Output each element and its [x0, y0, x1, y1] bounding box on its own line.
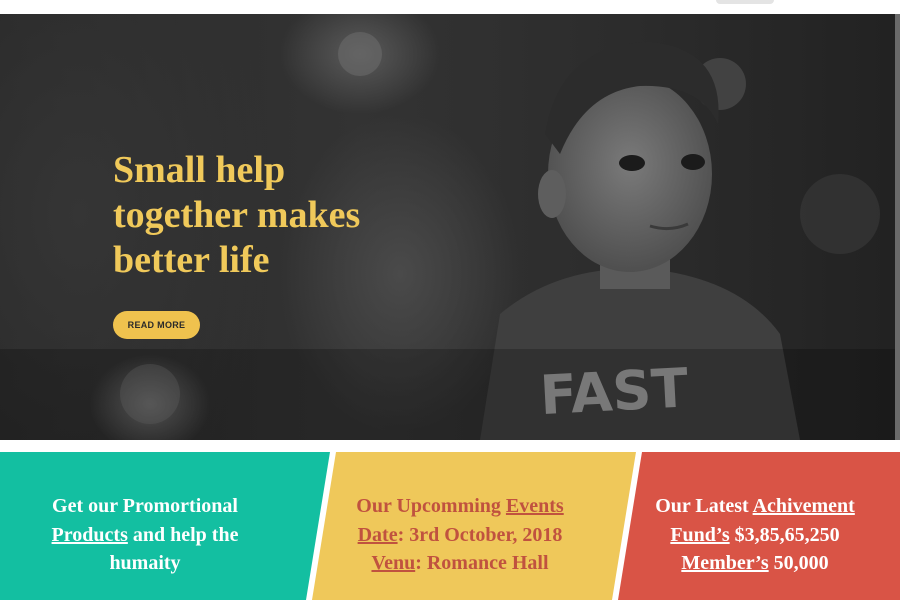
events-line3: : Romance Hall: [415, 552, 549, 574]
products-link[interactable]: Products: [52, 524, 128, 546]
read-more-button[interactable]: READ MORE: [113, 311, 200, 339]
events-panel-text: Our Upcomming Events Date: 3rd October, …: [355, 492, 565, 578]
top-bar-pill[interactable]: [716, 0, 774, 4]
hero-heading: Small help together makes better life: [113, 149, 361, 281]
fund-link[interactable]: Fund’s: [670, 524, 729, 546]
info-panels: Get our Promortional Products and help t…: [0, 452, 900, 600]
top-bar: [0, 0, 900, 14]
achievement-link[interactable]: Achivement: [753, 495, 855, 517]
products-line2: and help the humaity: [109, 523, 239, 575]
hero-shade-band: [0, 349, 895, 440]
events-line2: : 3rd October, 2018: [397, 523, 563, 546]
fund-value: $3,85,65,250: [729, 523, 840, 546]
member-link[interactable]: Member’s: [681, 552, 768, 574]
achievement-panel-text: Our Latest Achivement Fund’s $3,85,65,25…: [640, 492, 870, 578]
events-line1: Our Upcomming: [356, 495, 501, 517]
products-line1: Get our Promortional: [52, 495, 238, 517]
products-panel-text: Get our Promortional Products and help t…: [30, 492, 260, 578]
member-value: 50,000: [768, 552, 829, 574]
venue-link[interactable]: Venu: [371, 552, 415, 574]
achievement-prefix: Our Latest: [655, 495, 753, 517]
hero-right-edge: [895, 14, 900, 440]
